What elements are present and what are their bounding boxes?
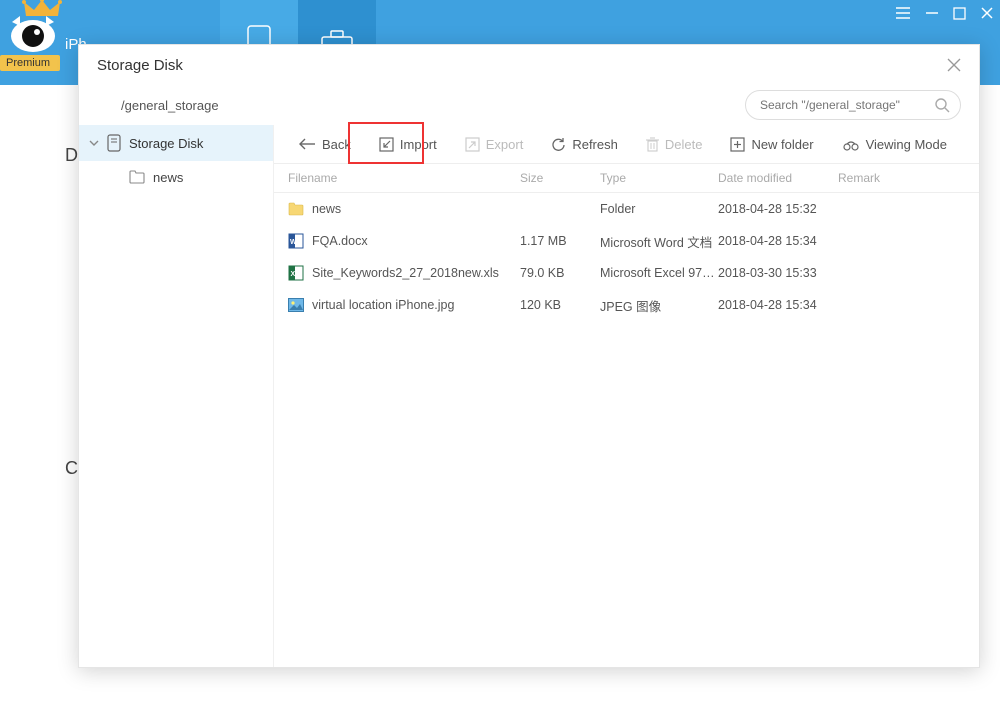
folder-tree: Storage Disk news	[79, 125, 274, 667]
new-folder-icon	[730, 137, 745, 152]
delete-label: Delete	[665, 137, 703, 152]
import-label: Import	[400, 137, 437, 152]
menu-icon[interactable]	[895, 6, 911, 20]
tree-root-storage-disk[interactable]: Storage Disk	[79, 125, 273, 161]
path-row: /general_storage	[79, 85, 979, 125]
file-name: news	[312, 202, 341, 216]
bg-letter-1: D	[65, 145, 78, 166]
back-button[interactable]: Back	[288, 130, 361, 158]
search-input[interactable]	[760, 98, 934, 112]
file-type: Microsoft Excel 97-20	[600, 266, 718, 280]
bg-letter-2: C	[65, 458, 78, 479]
export-icon	[465, 137, 480, 152]
export-label: Export	[486, 137, 524, 152]
close-icon	[947, 58, 961, 72]
content-pane: Back Import Export Refresh Delete	[274, 125, 979, 667]
table-header: Filename Size Type Date modified Remark	[274, 163, 979, 193]
docx-icon: W	[288, 233, 304, 249]
table-row[interactable]: W FQA.docx 1.17 MBMicrosoft Word 文档2018-04…	[274, 225, 979, 257]
storage-disk-dialog: Storage Disk /general_storage Storage Di…	[78, 44, 980, 668]
file-size: 120 KB	[520, 298, 600, 312]
svg-text:X: X	[291, 271, 296, 278]
close-icon[interactable]	[980, 6, 994, 20]
import-button[interactable]: Import	[369, 130, 447, 158]
new-folder-label: New folder	[751, 137, 813, 152]
tree-root-label: Storage Disk	[129, 136, 203, 151]
dialog-header: Storage Disk	[79, 45, 979, 85]
file-type: Microsoft Word 文档	[600, 232, 718, 251]
delete-button: Delete	[636, 130, 713, 158]
premium-badge: Premium	[0, 55, 60, 71]
folder-icon	[288, 201, 304, 217]
app-logo: Premium	[0, 0, 90, 68]
back-arrow-icon	[298, 138, 316, 150]
col-header-date[interactable]: Date modified	[718, 171, 838, 185]
device-icon	[107, 134, 121, 152]
minimize-icon[interactable]	[925, 6, 939, 20]
refresh-icon	[551, 137, 566, 152]
toolbar: Back Import Export Refresh Delete	[274, 125, 979, 163]
tree-child-label: news	[153, 170, 183, 185]
table-row[interactable]: news Folder2018-04-28 15:32	[274, 193, 979, 225]
dialog-close-button[interactable]	[947, 58, 961, 72]
viewing-mode-icon	[842, 137, 860, 151]
breadcrumb: /general_storage	[121, 98, 219, 113]
file-size: 79.0 KB	[520, 266, 600, 280]
svg-text:W: W	[290, 239, 297, 246]
refresh-button[interactable]: Refresh	[541, 130, 628, 158]
viewing-mode-button[interactable]: Viewing Mode	[832, 130, 957, 158]
col-header-size[interactable]: Size	[520, 171, 600, 185]
search-icon	[934, 97, 950, 113]
jpg-icon	[288, 297, 304, 313]
back-label: Back	[322, 137, 351, 152]
new-folder-button[interactable]: New folder	[720, 130, 823, 158]
file-name: virtual location iPhone.jpg	[312, 298, 454, 312]
export-button: Export	[455, 130, 534, 158]
table-row[interactable]: virtual location iPhone.jpg 120 KBJPEG 图像…	[274, 289, 979, 321]
file-type: Folder	[600, 202, 718, 216]
file-name: FQA.docx	[312, 234, 368, 248]
file-type: JPEG 图像	[600, 296, 718, 315]
maximize-icon[interactable]	[953, 7, 966, 20]
col-header-filename[interactable]: Filename	[288, 171, 520, 185]
dialog-title: Storage Disk	[97, 57, 183, 74]
import-icon	[379, 137, 394, 152]
tree-child-news[interactable]: news	[79, 161, 273, 193]
folder-icon	[129, 170, 145, 184]
viewing-mode-label: Viewing Mode	[866, 137, 947, 152]
file-size: 1.17 MB	[520, 234, 600, 248]
file-date: 2018-04-28 15:34	[718, 298, 838, 312]
refresh-label: Refresh	[572, 137, 618, 152]
window-controls	[895, 6, 994, 20]
file-date: 2018-04-28 15:34	[718, 234, 838, 248]
file-name: Site_Keywords2_27_2018new.xls	[312, 266, 499, 280]
eye-icon	[10, 14, 56, 54]
file-date: 2018-03-30 15:33	[718, 266, 838, 280]
chevron-down-icon	[89, 138, 99, 148]
col-header-remark[interactable]: Remark	[838, 171, 979, 185]
col-header-type[interactable]: Type	[600, 171, 718, 185]
table-row[interactable]: X Site_Keywords2_27_2018new.xls 79.0 KBMic…	[274, 257, 979, 289]
file-date: 2018-04-28 15:32	[718, 202, 838, 216]
search-box[interactable]	[745, 90, 961, 120]
trash-icon	[646, 137, 659, 152]
xls-icon: X	[288, 265, 304, 281]
file-list: news Folder2018-04-28 15:32 W FQA.docx 1.17 …	[274, 193, 979, 321]
